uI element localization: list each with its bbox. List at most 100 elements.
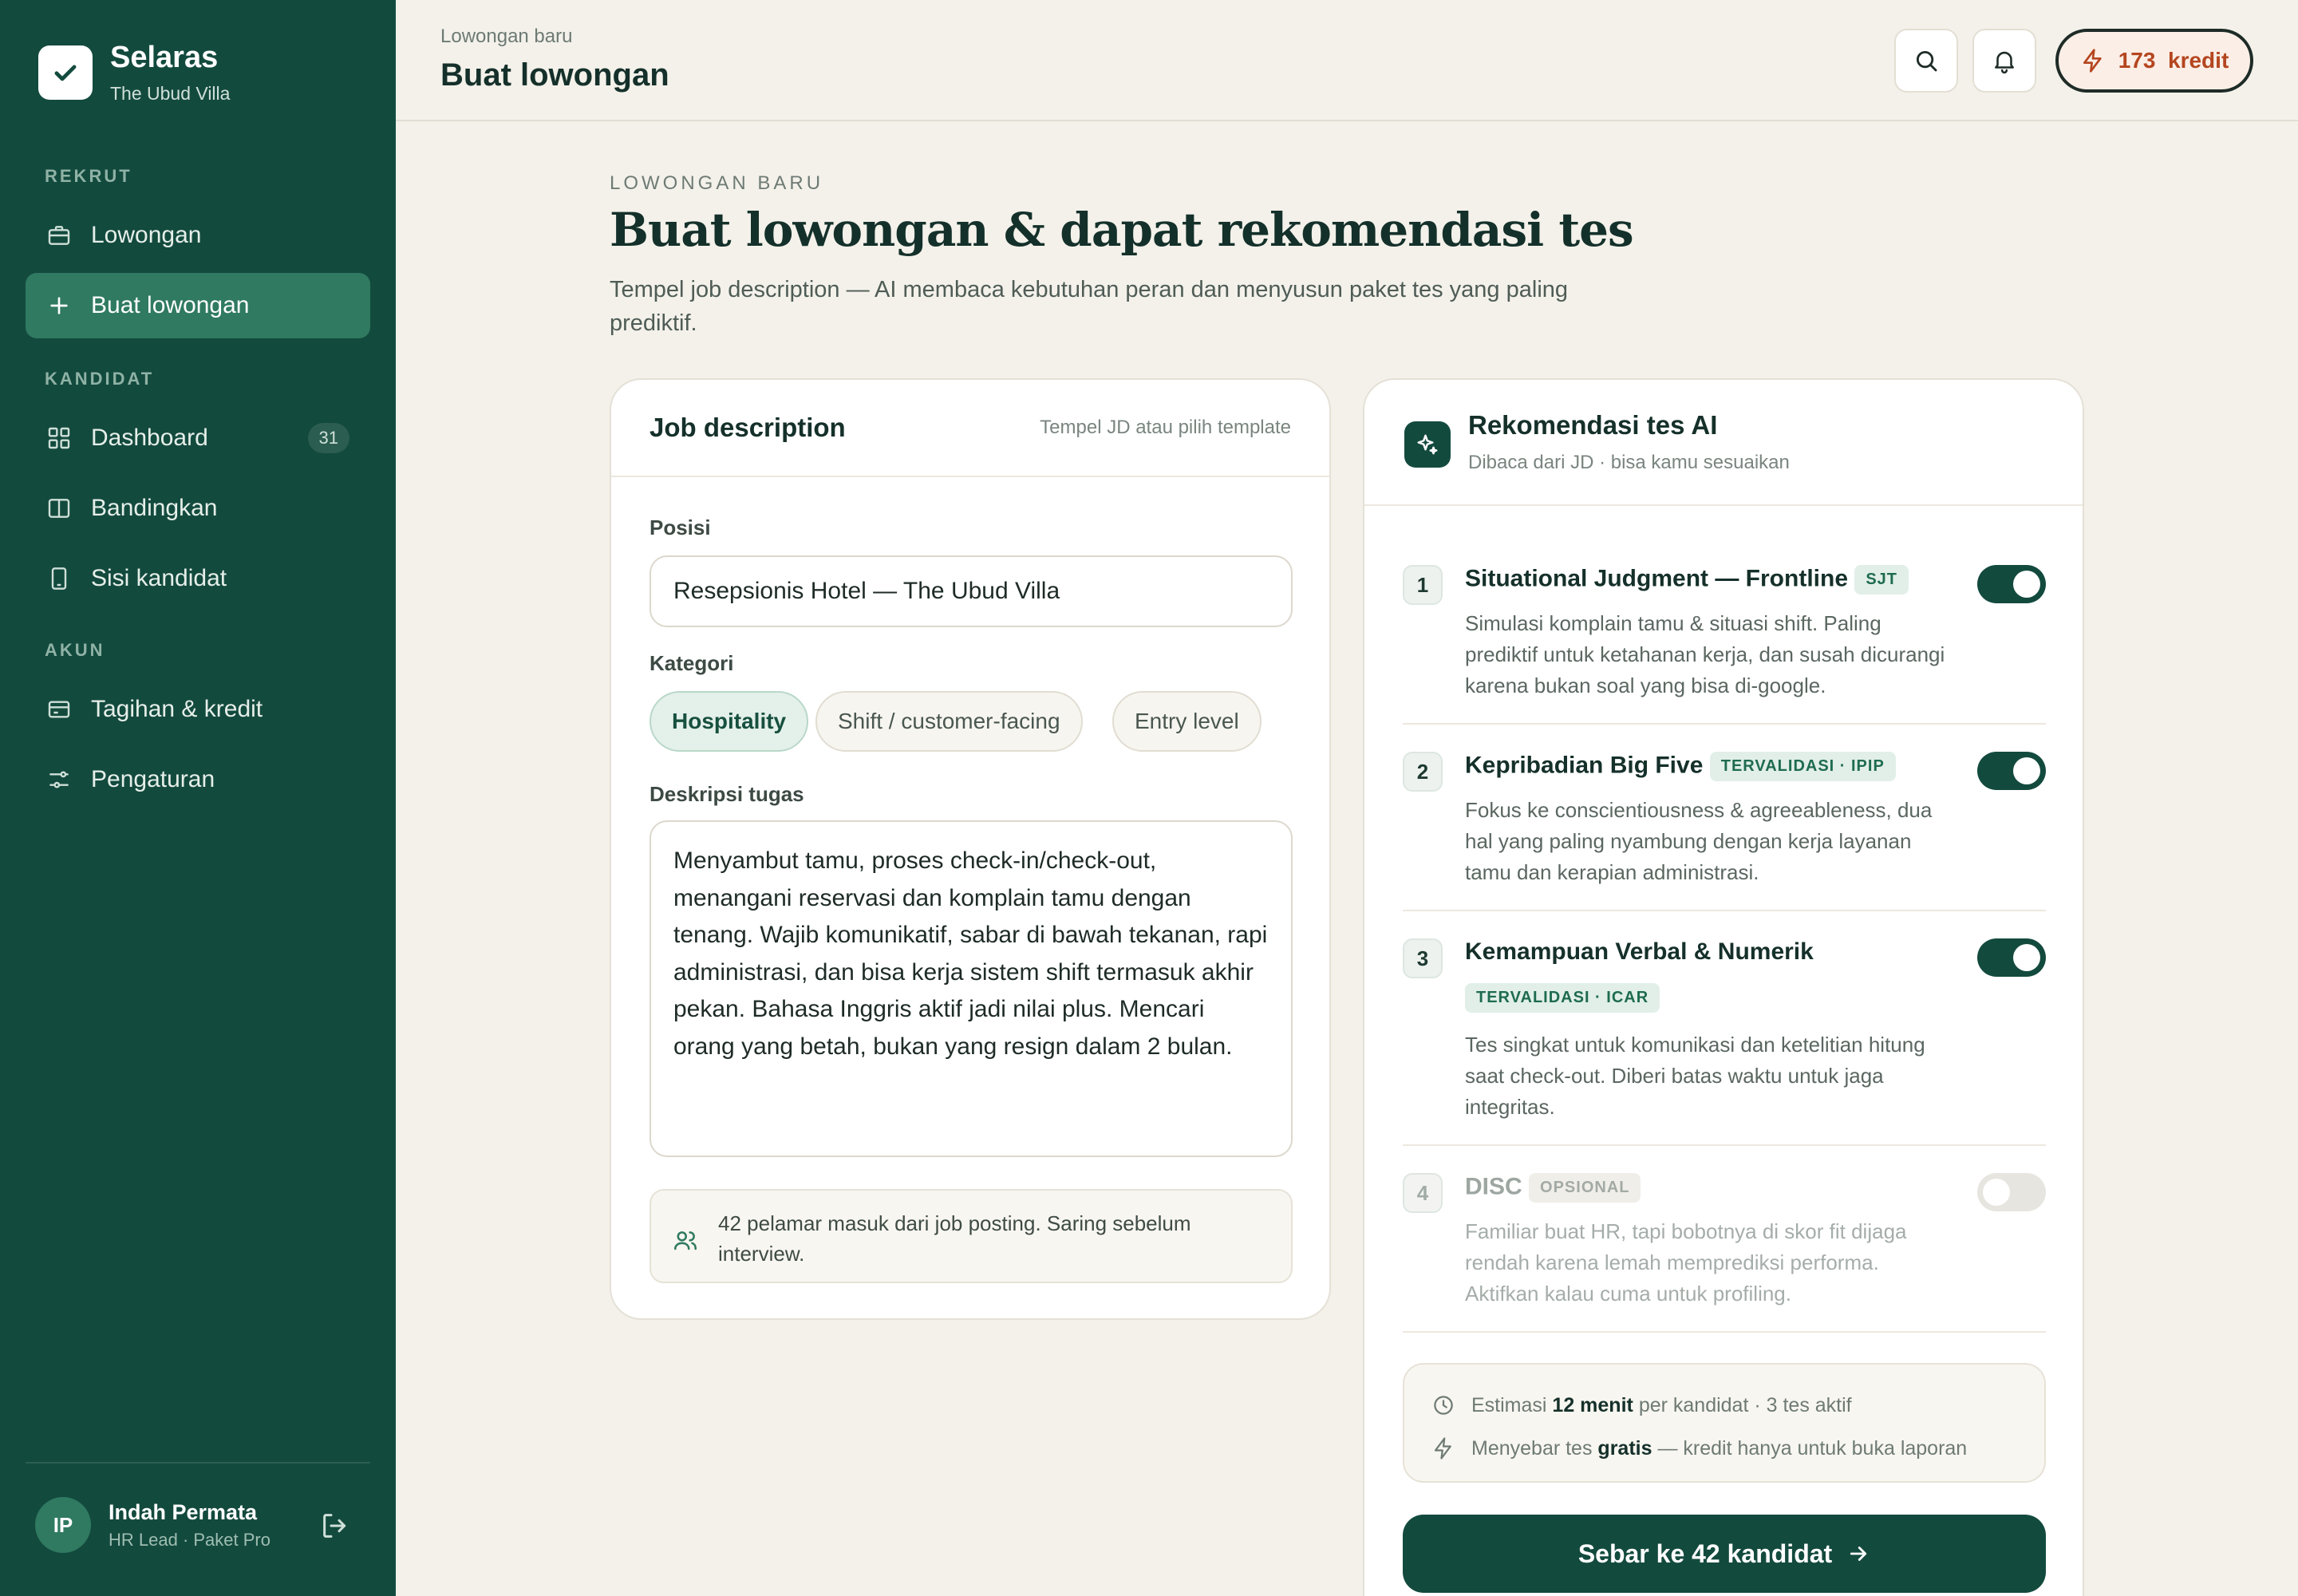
sliders-icon: [49, 771, 69, 788]
sidebar-item-dashboard[interactable]: Dashboard 31: [26, 405, 370, 471]
test-toggle[interactable]: [1977, 565, 2046, 603]
test-name: DISC OPSIONAL: [1465, 1173, 1641, 1203]
test-item-sjt: 1 Situational Judgment — Frontline SJT S…: [1403, 565, 2046, 725]
estimate-box: Estimasi 12 menit per kandidat · 3 tes a…: [1403, 1363, 2046, 1483]
page-title: Buat lowongan: [440, 57, 669, 93]
test-toggle[interactable]: [1977, 752, 2046, 790]
sidebar-item-label: Pengaturan: [91, 766, 215, 792]
topbar: Lowongan baru Buat lowongan 173 kredit: [396, 0, 2298, 121]
brand: Selaras The Ubud Villa: [38, 41, 230, 105]
test-toggle[interactable]: [1977, 938, 2046, 977]
test-name-text: DISC: [1465, 1173, 1522, 1200]
item-number: 1: [1403, 565, 1443, 605]
test-name: Kepribadian Big Five TERVALIDASI · IPIP: [1465, 752, 1896, 781]
applicants-note: 42 pelamar masuk dari job posting. Sarin…: [650, 1189, 1293, 1283]
free-strong: gratis: [1597, 1436, 1652, 1460]
position-input[interactable]: Resepsionis Hotel — The Ubud Villa: [650, 555, 1293, 627]
category-label: Kategori: [650, 651, 734, 675]
sidebar-item-bandingkan[interactable]: Bandingkan: [26, 476, 370, 541]
test-item-verbal-numerik: 3 Kemampuan Verbal & Numerik TERVALIDASI…: [1403, 938, 2046, 1146]
count-badge: 31: [307, 423, 349, 453]
sidebar: Selaras The Ubud Villa REKRUT Lowongan B…: [0, 0, 396, 1596]
credits-label: kredit: [2168, 48, 2229, 73]
sidebar-item-label: Tagihan & kredit: [91, 696, 263, 722]
sidebar-item-label: Bandingkan: [91, 495, 218, 521]
clock-icon: [1434, 1396, 1453, 1415]
card-title: Job description: [650, 413, 846, 442]
plus-icon: [50, 297, 68, 314]
estimate-strong: 12 menit: [1552, 1393, 1633, 1416]
test-tag-row: TERVALIDASI · ICAR: [1465, 983, 1660, 1013]
section-label-akun: AKUN: [45, 640, 105, 660]
ai-recommendation-card: Rekomendasi tes AI Dibaca dari JD · bisa…: [1363, 378, 2084, 1596]
sidebar-item-pengaturan[interactable]: Pengaturan: [26, 747, 370, 812]
sidebar-divider: [26, 1462, 370, 1464]
test-description: Fokus ke conscientiousness & agreeablene…: [1465, 798, 1933, 884]
estimate-prefix: Estimasi: [1471, 1393, 1547, 1416]
test-item-big-five: 2 Kepribadian Big Five TERVALIDASI · IPI…: [1403, 752, 2046, 911]
search-button[interactable]: [1894, 29, 1958, 93]
brand-subtitle: The Ubud Villa: [110, 82, 231, 104]
sidebar-item-buat-lowongan[interactable]: Buat lowongan: [26, 273, 370, 338]
test-tag: SJT: [1854, 565, 1909, 595]
cta-label: Sebar ke 42 kandidat: [1577, 1539, 1833, 1568]
lightning-icon: [1434, 1437, 1451, 1460]
avatar: IP: [35, 1497, 91, 1553]
test-description: Tes singkat untuk komunikasi dan ketelit…: [1465, 1033, 1925, 1119]
test-tag: OPSIONAL: [1529, 1173, 1641, 1203]
test-tag: TERVALIDASI · ICAR: [1465, 983, 1660, 1013]
user-profile[interactable]: IP Indah Permata HR Lead · Paket Pro: [35, 1497, 270, 1553]
sidebar-item-sisi-kandidat[interactable]: Sisi kandidat: [26, 546, 370, 611]
position-label: Posisi: [650, 516, 711, 539]
hero-description: Tempel job description — AI membaca kebu…: [610, 277, 1569, 336]
eyebrow: LOWONGAN BARU: [610, 172, 824, 194]
send-to-candidates-button[interactable]: Sebar ke 42 kandidat: [1403, 1515, 2046, 1593]
category-chip-shift[interactable]: Shift / customer-facing: [815, 691, 1083, 752]
job-description-card: Job description Tempel JD atau pilih tem…: [610, 378, 1331, 1320]
credits-button[interactable]: 173 kredit: [2055, 29, 2253, 93]
free-prefix: Menyebar tes: [1471, 1436, 1593, 1460]
item-number: 4: [1403, 1173, 1443, 1213]
brand-name: Selaras: [110, 41, 219, 74]
logout-icon[interactable]: [319, 1510, 351, 1542]
arrow-right-icon: [1850, 1547, 1867, 1561]
tasks-textarea[interactable]: Menyambut tamu, proses check-in/check-ou…: [650, 820, 1293, 1157]
sidebar-item-label: Lowongan: [91, 222, 202, 248]
section-label-rekrut: REKRUT: [45, 166, 132, 186]
estimate-row: Estimasi 12 menit per kandidat · 3 tes a…: [1431, 1384, 2017, 1427]
hero-title: Buat lowongan & dapat rekomendasi tes: [610, 203, 1634, 257]
category-chip-hospitality[interactable]: Hospitality: [650, 691, 809, 752]
user-name: Indah Permata: [109, 1499, 258, 1524]
free-row: Menyebar tes gratis — kredit hanya untuk…: [1431, 1427, 2017, 1470]
test-name: Kemampuan Verbal & Numerik: [1465, 938, 1814, 965]
test-item-disc: 4 DISC OPSIONAL Familiar buat HR, tapi b…: [1403, 1173, 2046, 1333]
sidebar-item-label: Sisi kandidat: [91, 565, 227, 591]
card-icon: [48, 701, 70, 718]
briefcase-icon: [48, 226, 70, 245]
estimate-suffix: per kandidat · 3 tes aktif: [1638, 1393, 1852, 1416]
test-name-text: Situational Judgment — Frontline: [1465, 565, 1848, 592]
test-description: Simulasi komplain tamu & situasi shift. …: [1465, 611, 1945, 697]
category-chip-entry-level[interactable]: Entry level: [1112, 691, 1262, 752]
item-number: 2: [1403, 752, 1443, 792]
tasks-label: Deskripsi tugas: [650, 782, 804, 806]
sidebar-item-label: Dashboard: [91, 425, 208, 451]
user-role: HR Lead · Paket Pro: [109, 1529, 270, 1550]
test-name-text: Kepribadian Big Five: [1465, 752, 1704, 779]
users-icon: [673, 1231, 697, 1250]
phone-icon: [51, 567, 67, 590]
item-number: 3: [1403, 938, 1443, 978]
grid-icon: [48, 427, 70, 449]
search-icon: [1916, 50, 1937, 72]
lightning-icon: [2083, 49, 2102, 73]
card-title: Rekomendasi tes AI: [1468, 410, 1718, 440]
notification-button[interactable]: [1972, 29, 2036, 93]
bell-icon: [1995, 51, 2014, 74]
template-hint-link[interactable]: Tempel JD atau pilih template: [1040, 417, 1291, 439]
sidebar-item-lowongan[interactable]: Lowongan: [26, 203, 370, 268]
test-description: Familiar buat HR, tapi bobotnya di skor …: [1465, 1219, 1907, 1306]
test-toggle[interactable]: [1977, 1173, 2046, 1211]
breadcrumb[interactable]: Lowongan baru: [440, 26, 572, 48]
sidebar-item-tagihan[interactable]: Tagihan & kredit: [26, 677, 370, 742]
sparkle-icon: [1404, 421, 1451, 468]
